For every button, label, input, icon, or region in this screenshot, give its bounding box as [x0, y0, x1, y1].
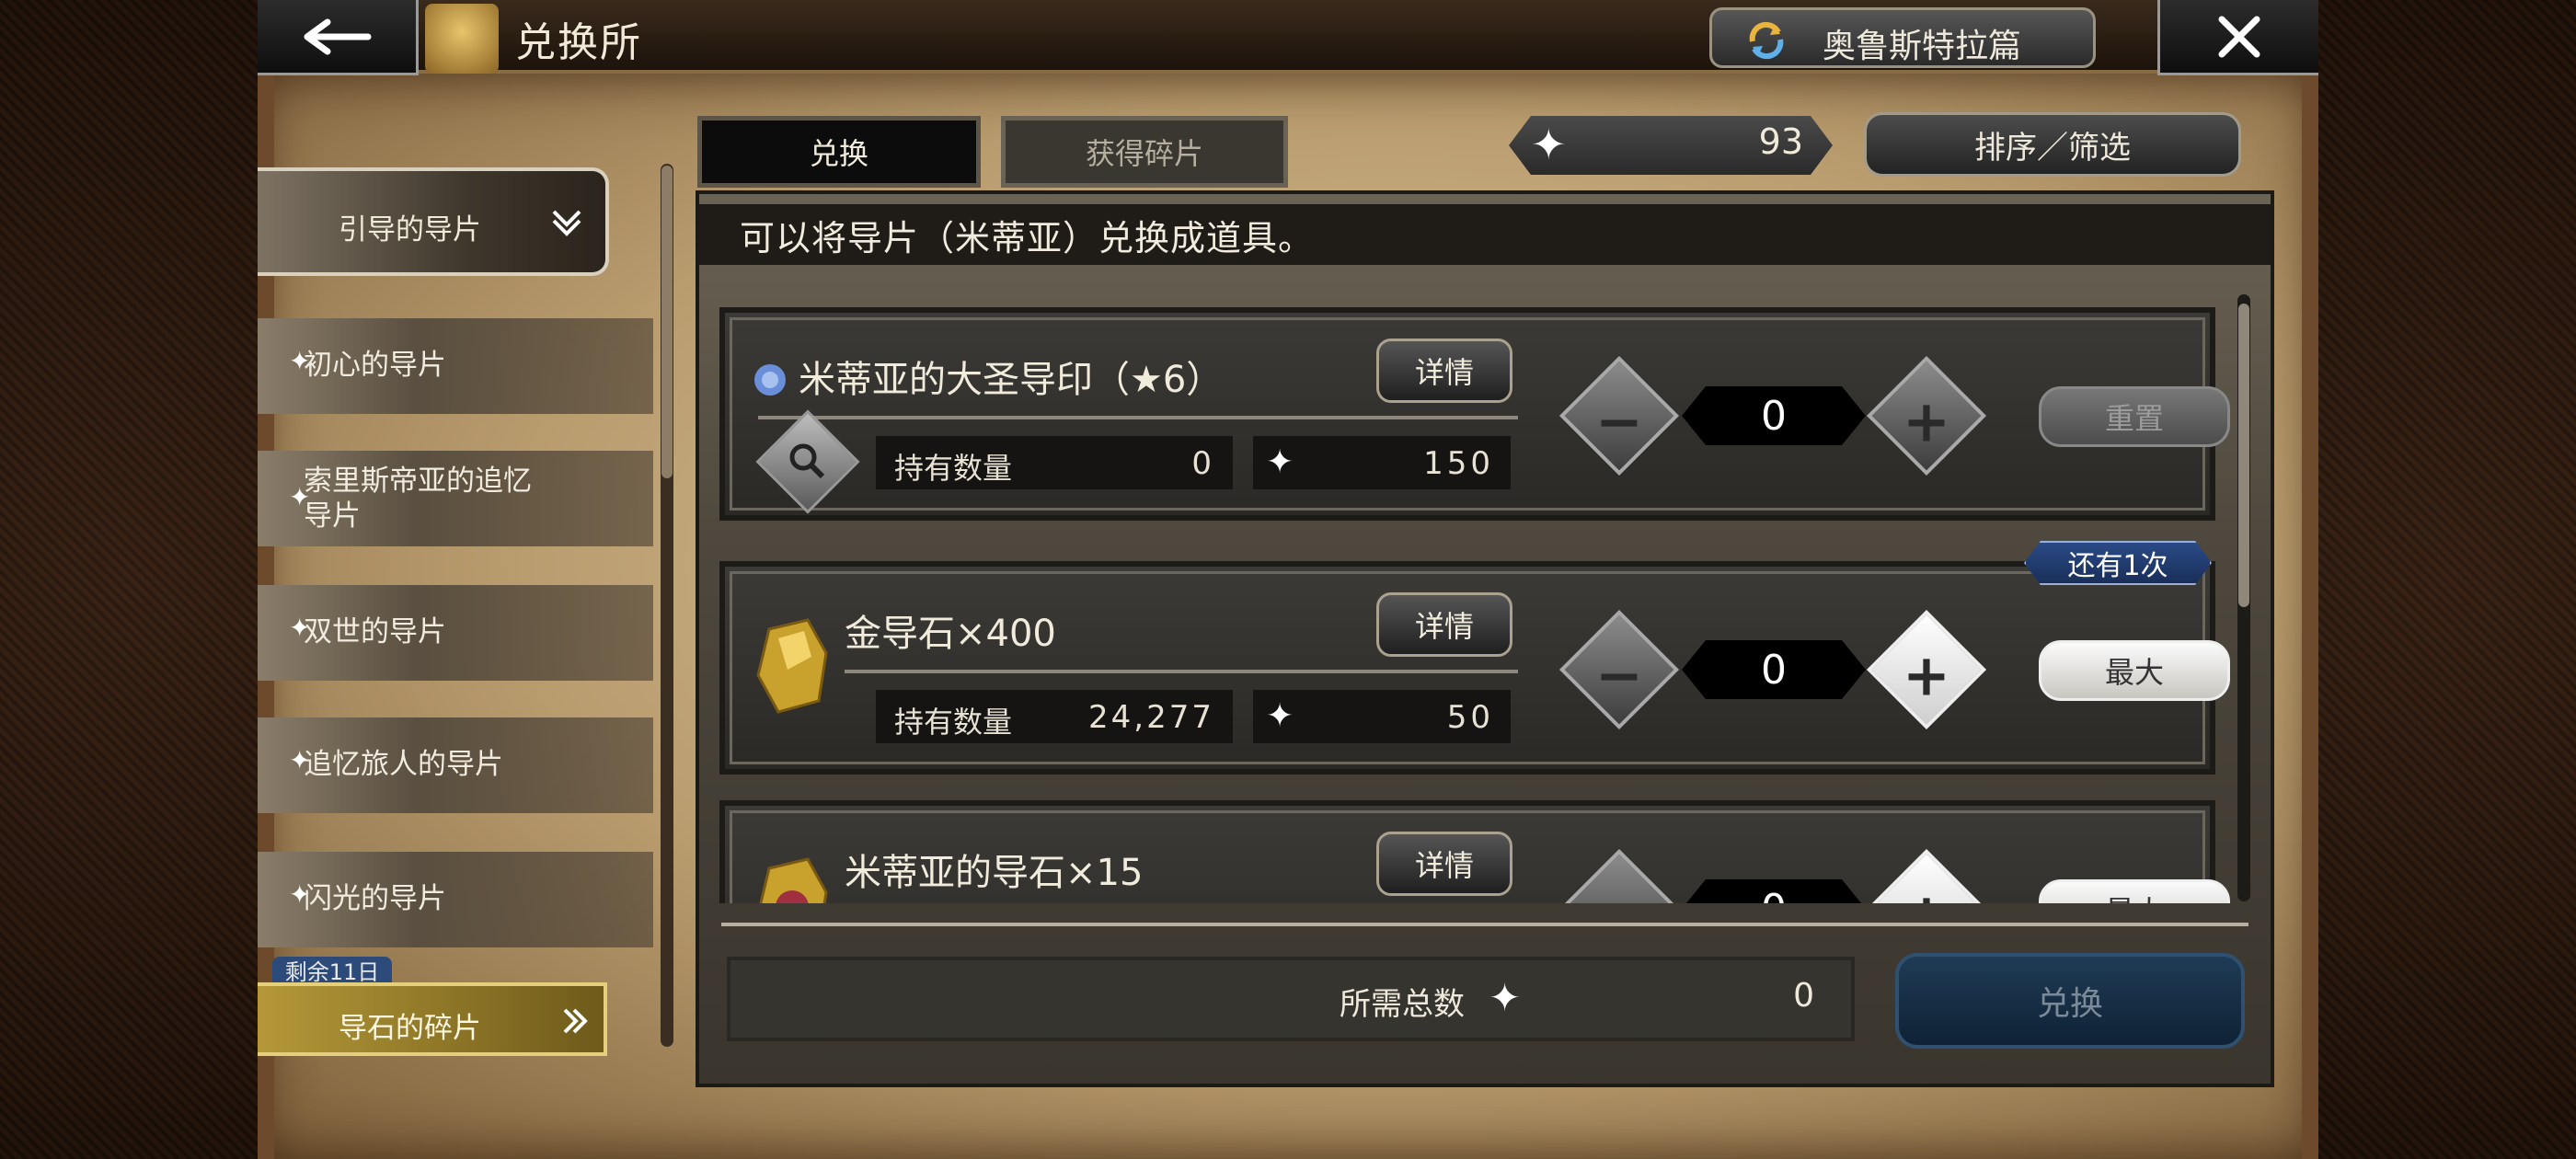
exchange-button[interactable]: 兑换 — [1895, 953, 2245, 1049]
sidebar-item-label: 追忆旅人的导片 — [304, 748, 503, 781]
cost-box: ✦ 50 — [1253, 690, 1511, 743]
detail-button[interactable]: 详情 — [1376, 339, 1512, 403]
row-divider — [845, 670, 1518, 673]
chapter-switch-button[interactable]: 奥鲁斯特拉篇 — [1709, 7, 2096, 68]
max-button[interactable]: 最大 — [2039, 640, 2230, 701]
sidebar-scrollbar[interactable] — [661, 164, 673, 1047]
detail-button[interactable]: 详情 — [1376, 832, 1512, 896]
decrement-button[interactable]: − — [1558, 609, 1680, 730]
list-item: 金导石×400 详情 持有数量 24,277 ✦ 50 − 0 + 最大 — [719, 561, 2230, 775]
row-divider — [758, 416, 1518, 419]
increment-button[interactable]: + — [1866, 609, 1987, 730]
plus-icon: + — [1884, 872, 1969, 903]
item-name: 米蒂亚的大圣导印（★6） — [799, 359, 1224, 401]
diamond-sparkle-icon: ✦ — [1266, 697, 1294, 735]
refresh-icon — [1749, 21, 1784, 60]
description-text: 可以将导片（米蒂亚）兑换成道具。 — [740, 218, 1315, 258]
item-name: 米蒂亚的导石×15 — [845, 852, 1144, 894]
total-label: 所需总数 — [1340, 986, 1465, 1023]
sidebar-selected-label: 导石的碎片 — [339, 1012, 481, 1045]
quantity-value: 0 — [1682, 879, 1866, 903]
minus-icon: − — [1595, 387, 1643, 455]
arrow-left-icon — [304, 18, 372, 54]
total-bar — [727, 957, 1855, 1041]
decrement-button[interactable]: − — [1558, 355, 1680, 476]
owned-count-box: 持有数量 24,277 — [876, 690, 1233, 743]
category-dropdown[interactable]: 引导的导片 — [258, 167, 609, 276]
item-list: 米蒂亚的大圣导印（★6） 详情 持有数量 0 ✦ 150 − 0 + 重置 金导… — [699, 276, 2271, 903]
plus-icon: + — [1903, 641, 1950, 709]
owned-value: 24,277 — [1088, 699, 1214, 736]
magnifier-icon — [789, 443, 825, 479]
reset-button[interactable]: 重置 — [2039, 386, 2230, 447]
owned-count-box: 持有数量 0 — [876, 436, 1233, 489]
plus-icon: + — [1903, 387, 1950, 455]
decrement-button[interactable]: − — [1558, 848, 1680, 903]
sidebar-scroll-thumb[interactable] — [661, 166, 673, 478]
sidebar-item-2[interactable]: ✦ 双世的导片 — [258, 585, 653, 681]
cost-value: 50 — [1446, 699, 1494, 736]
detail-button[interactable]: 详情 — [1376, 592, 1512, 657]
right-backdrop — [2318, 0, 2576, 1159]
back-button[interactable] — [258, 0, 419, 75]
exchange-shop-icon — [425, 4, 499, 74]
diamond-sparkle-icon: ✦ — [1489, 975, 1522, 1020]
quantity-value: 0 — [1682, 386, 1866, 445]
diamond-sparkle-icon: ✦ — [1266, 443, 1294, 481]
chevron-right-icon — [563, 1008, 588, 1034]
increment-button[interactable]: + — [1866, 848, 1987, 903]
sidebar-item-label: 闪光的导片 — [304, 882, 446, 915]
chevron-down-icon — [552, 210, 581, 236]
list-scrollbar[interactable] — [2237, 294, 2250, 901]
dropdown-label: 引导的导片 — [339, 213, 481, 247]
page-title: 兑换所 — [515, 19, 642, 66]
remaining-count-badge: 还有1次 — [2024, 541, 2212, 585]
sidebar-item-label: 索里斯帝亚的追忆导片 — [304, 465, 532, 533]
sidebar-item-1[interactable]: ✦ 索里斯帝亚的追忆导片 — [258, 451, 653, 546]
tab-exchange[interactable]: 兑换 — [697, 116, 981, 188]
total-value: 0 — [1793, 977, 1814, 1015]
minus-icon: − — [1595, 641, 1643, 709]
diamond-sparkle-icon: ✦ — [1531, 120, 1567, 169]
close-icon — [2218, 16, 2260, 57]
sidebar-item-label: 初心的导片 — [304, 349, 446, 382]
sidebar-item-3[interactable]: ✦ 追忆旅人的导片 — [258, 717, 653, 813]
sort-filter-button[interactable]: 排序／筛选 — [1864, 112, 2241, 177]
chapter-label: 奥鲁斯特拉篇 — [1823, 28, 2022, 65]
minus-icon: − — [1577, 872, 1662, 903]
quantity-value: 0 — [1682, 640, 1866, 699]
sidebar-item-selected[interactable]: 导石的碎片 — [258, 982, 607, 1056]
list-item: 米蒂亚的大圣导印（★6） 详情 持有数量 0 ✦ 150 − 0 + 重置 — [719, 307, 2230, 521]
owned-label: 持有数量 — [894, 451, 1013, 486]
left-backdrop — [0, 0, 258, 1159]
cost-box: ✦ 150 — [1253, 436, 1511, 489]
max-button[interactable]: 最大 — [2039, 879, 2230, 903]
tab-get-fragments[interactable]: 获得碎片 — [1001, 116, 1288, 188]
footer-divider — [721, 923, 2248, 926]
sidebar-item-0[interactable]: ✦ 初心的导片 — [258, 318, 653, 414]
currency-value: 93 — [1758, 121, 1803, 162]
sidebar-item-label: 双世的导片 — [304, 615, 446, 648]
close-button[interactable] — [2157, 0, 2318, 75]
owned-label: 持有数量 — [894, 705, 1013, 740]
list-item: 米蒂亚的导石×15 详情 − 0 + 最大 — [719, 800, 2230, 903]
owned-value: 0 — [1191, 445, 1214, 482]
item-name: 金导石×400 — [845, 613, 1056, 655]
sidebar-item-4[interactable]: ✦ 闪光的导片 — [258, 852, 653, 947]
mitia-stone-icon — [759, 857, 828, 903]
seal-icon — [754, 364, 786, 396]
cost-value: 150 — [1423, 445, 1494, 482]
list-scroll-thumb[interactable] — [2238, 304, 2249, 607]
increment-button[interactable]: + — [1866, 355, 1987, 476]
gold-stone-icon — [756, 618, 828, 714]
